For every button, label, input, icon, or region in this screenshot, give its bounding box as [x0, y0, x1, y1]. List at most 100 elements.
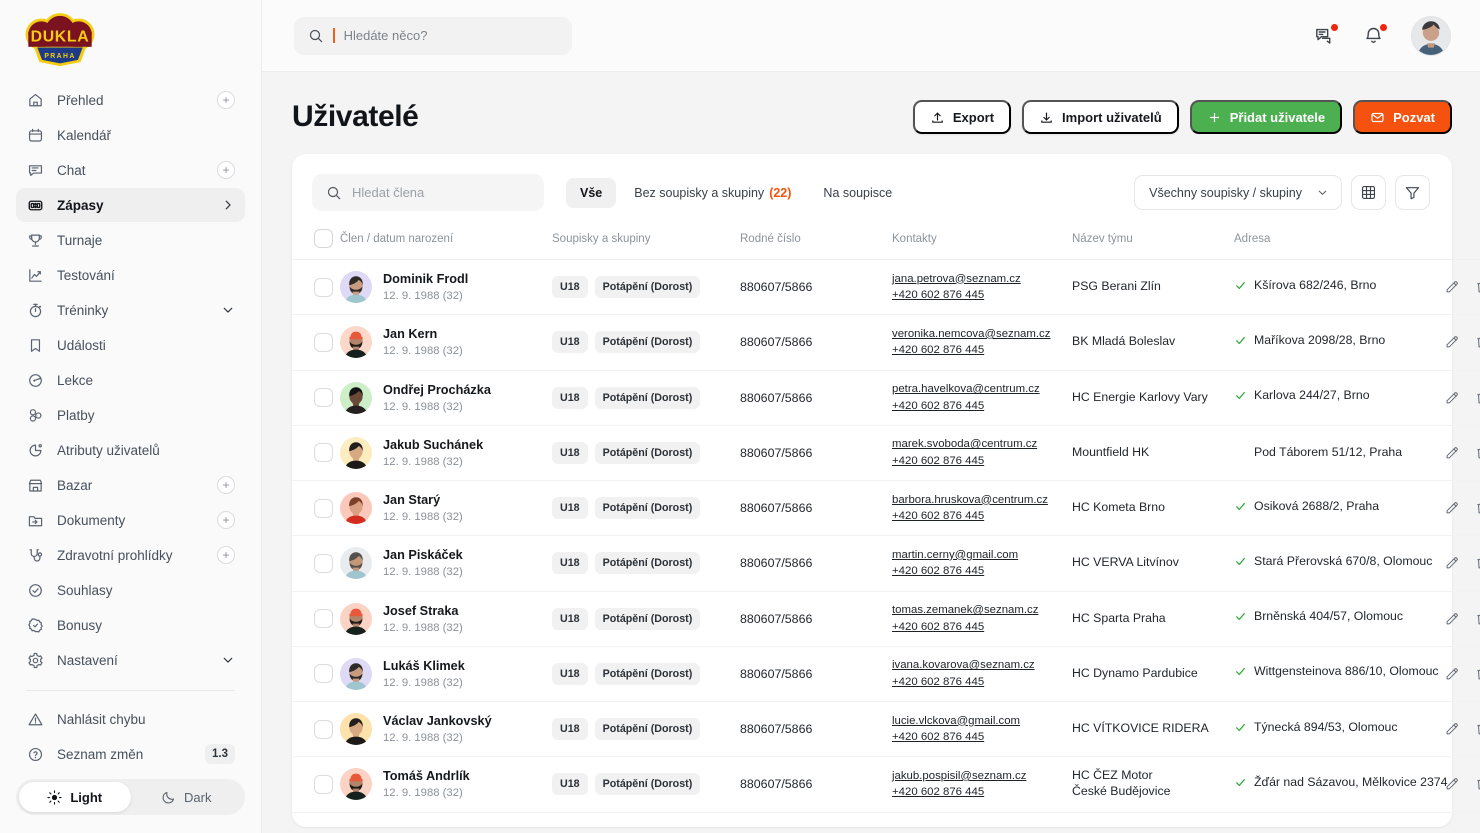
member-email-link[interactable]: lucie.vlckova@gmail.com — [892, 713, 1072, 730]
member-email-link[interactable]: petra.havelkova@centrum.cz — [892, 381, 1072, 398]
add-chat-button[interactable]: + — [217, 161, 235, 179]
avatar[interactable] — [1412, 17, 1450, 55]
sidebar-item-zdravotni-prohlidky[interactable]: Zdravotní prohlídky + — [16, 538, 245, 572]
sidebar-item-seznam-zmen[interactable]: Seznam změn 1.3 — [16, 737, 245, 771]
sidebar-item-chat[interactable]: Chat + — [16, 153, 245, 187]
member-email-link[interactable]: tomas.zemanek@seznam.cz — [892, 602, 1072, 619]
sidebar-item-udalosti[interactable]: Události — [16, 328, 245, 362]
member-phone-link[interactable]: +420 602 876 445 — [892, 508, 1072, 525]
sidebar-item-zapasy[interactable]: Zápasy — [16, 188, 245, 222]
member-phone-link[interactable]: +420 602 876 445 — [892, 674, 1072, 691]
delete-icon[interactable] — [1474, 666, 1480, 682]
delete-icon[interactable] — [1474, 721, 1480, 737]
export-button[interactable]: Export — [913, 100, 1011, 134]
row-checkbox[interactable] — [314, 609, 333, 628]
chip-without-roster[interactable]: Bez soupisky a skupiny (22) — [620, 178, 805, 208]
table-row[interactable]: Ondřej Procházka 12. 9. 1988 (32) U18Pot… — [292, 370, 1480, 425]
sidebar-item-atributy-uzivatelu[interactable]: Atributy uživatelů — [16, 433, 245, 467]
table-row[interactable]: Tomáš Andrlík 12. 9. 1988 (32) U18Potápě… — [292, 757, 1480, 812]
row-checkbox[interactable] — [314, 333, 333, 352]
delete-icon[interactable] — [1474, 390, 1480, 406]
theme-option-dark[interactable]: Dark — [131, 782, 243, 812]
chip-on-roster[interactable]: Na soupisce — [809, 178, 906, 208]
row-checkbox[interactable] — [314, 499, 333, 518]
delete-icon[interactable] — [1474, 611, 1480, 627]
row-checkbox[interactable] — [314, 720, 333, 739]
table-row[interactable]: Josef Straka 12. 9. 1988 (32) U18Potápěn… — [292, 591, 1480, 646]
member-phone-link[interactable]: +420 602 876 445 — [892, 453, 1072, 470]
table-row[interactable]: Jan Kern 12. 9. 1988 (32) U18Potápění (D… — [292, 315, 1480, 370]
sidebar-item-nahlasit-chybu[interactable]: Nahlásit chybu — [16, 702, 245, 736]
table-row[interactable]: Lukáš Klimek 12. 9. 1988 (32) U18Potápěn… — [292, 646, 1480, 701]
edit-icon[interactable] — [1444, 721, 1460, 737]
edit-icon[interactable] — [1444, 666, 1460, 682]
row-checkbox[interactable] — [314, 775, 333, 794]
add-prehled-button[interactable]: + — [217, 91, 235, 109]
member-phone-link[interactable]: +420 602 876 445 — [892, 287, 1072, 304]
row-checkbox[interactable] — [314, 278, 333, 297]
sidebar-item-bazar[interactable]: Bazar + — [16, 468, 245, 502]
row-checkbox[interactable] — [314, 554, 333, 573]
delete-icon[interactable] — [1474, 500, 1480, 516]
edit-icon[interactable] — [1444, 776, 1460, 792]
theme-option-light[interactable]: Light — [19, 782, 131, 812]
member-email-link[interactable]: jana.petrova@seznam.cz — [892, 271, 1072, 288]
add-dokumenty-button[interactable]: + — [217, 511, 235, 529]
member-email-link[interactable]: marek.svoboda@centrum.cz — [892, 436, 1072, 453]
sidebar-item-platby[interactable]: Platby — [16, 398, 245, 432]
select-all-checkbox[interactable] — [314, 229, 333, 248]
table-row[interactable]: Dominik Frodl 12. 9. 1988 (32) U18Potápě… — [292, 260, 1480, 315]
global-search-input[interactable]: Hledáte něco? — [294, 17, 572, 55]
sidebar-item-testovani[interactable]: Testování — [16, 258, 245, 292]
member-phone-link[interactable]: +420 602 876 445 — [892, 784, 1072, 801]
edit-icon[interactable] — [1444, 445, 1460, 461]
sidebar-item-turnaje[interactable]: Turnaje — [16, 223, 245, 257]
sidebar-item-prehled[interactable]: Přehled + — [16, 83, 245, 117]
table-row[interactable]: Jan Starý 12. 9. 1988 (32) U18Potápění (… — [292, 481, 1480, 536]
messages-icon[interactable] — [1314, 25, 1336, 47]
edit-icon[interactable] — [1444, 611, 1460, 627]
invite-button[interactable]: Pozvat — [1353, 100, 1452, 134]
sidebar-item-nastaveni[interactable]: Nastavení — [16, 643, 245, 677]
edit-icon[interactable] — [1444, 334, 1460, 350]
member-email-link[interactable]: barbora.hruskova@centrum.cz — [892, 492, 1072, 509]
member-search-input[interactable]: Hledat člena — [312, 174, 544, 211]
member-phone-link[interactable]: +420 602 876 445 — [892, 563, 1072, 580]
member-phone-link[interactable]: +420 602 876 445 — [892, 729, 1072, 746]
table-row[interactable]: Václav Jankovský 12. 9. 1988 (32) U18Pot… — [292, 702, 1480, 757]
add-bazar-button[interactable]: + — [217, 476, 235, 494]
edit-icon[interactable] — [1444, 500, 1460, 516]
member-email-link[interactable]: veronika.nemcova@seznam.cz — [892, 326, 1072, 343]
member-phone-link[interactable]: +420 602 876 445 — [892, 398, 1072, 415]
roster-group-select[interactable]: Všechny soupisky / skupiny — [1134, 175, 1342, 210]
delete-icon[interactable] — [1474, 555, 1480, 571]
import-users-button[interactable]: Import uživatelů — [1022, 100, 1179, 134]
add-user-button[interactable]: Přidat uživatele — [1190, 100, 1342, 134]
row-checkbox[interactable] — [314, 388, 333, 407]
sidebar-item-dokumenty[interactable]: Dokumenty + — [16, 503, 245, 537]
row-checkbox[interactable] — [314, 443, 333, 462]
sidebar-item-treninky[interactable]: Tréninky — [16, 293, 245, 327]
sidebar-item-kalendar[interactable]: Kalendář — [16, 118, 245, 152]
delete-icon[interactable] — [1474, 445, 1480, 461]
brand-logo[interactable]: DUKLA PRAHA — [0, 0, 261, 83]
grid-view-icon[interactable] — [1351, 175, 1386, 210]
delete-icon[interactable] — [1474, 279, 1480, 295]
bell-icon[interactable] — [1363, 25, 1385, 47]
member-email-link[interactable]: jakub.pospisil@seznam.cz — [892, 768, 1072, 785]
theme-toggle[interactable]: Light Dark — [16, 779, 245, 815]
edit-icon[interactable] — [1444, 555, 1460, 571]
member-email-link[interactable]: martin.cerny@gmail.com — [892, 547, 1072, 564]
sidebar-item-souhlasy[interactable]: Souhlasy — [16, 573, 245, 607]
edit-icon[interactable] — [1444, 279, 1460, 295]
member-phone-link[interactable]: +420 602 876 445 — [892, 619, 1072, 636]
table-row[interactable]: Jakub Suchánek 12. 9. 1988 (32) U18Potáp… — [292, 425, 1480, 480]
member-phone-link[interactable]: +420 602 876 445 — [892, 342, 1072, 359]
delete-icon[interactable] — [1474, 334, 1480, 350]
row-checkbox[interactable] — [314, 664, 333, 683]
sidebar-item-bonusy[interactable]: Bonusy — [16, 608, 245, 642]
table-row[interactable]: Jan Piskáček 12. 9. 1988 (32) U18Potápěn… — [292, 536, 1480, 591]
sidebar-item-lekce[interactable]: Lekce — [16, 363, 245, 397]
edit-icon[interactable] — [1444, 390, 1460, 406]
delete-icon[interactable] — [1474, 776, 1480, 792]
